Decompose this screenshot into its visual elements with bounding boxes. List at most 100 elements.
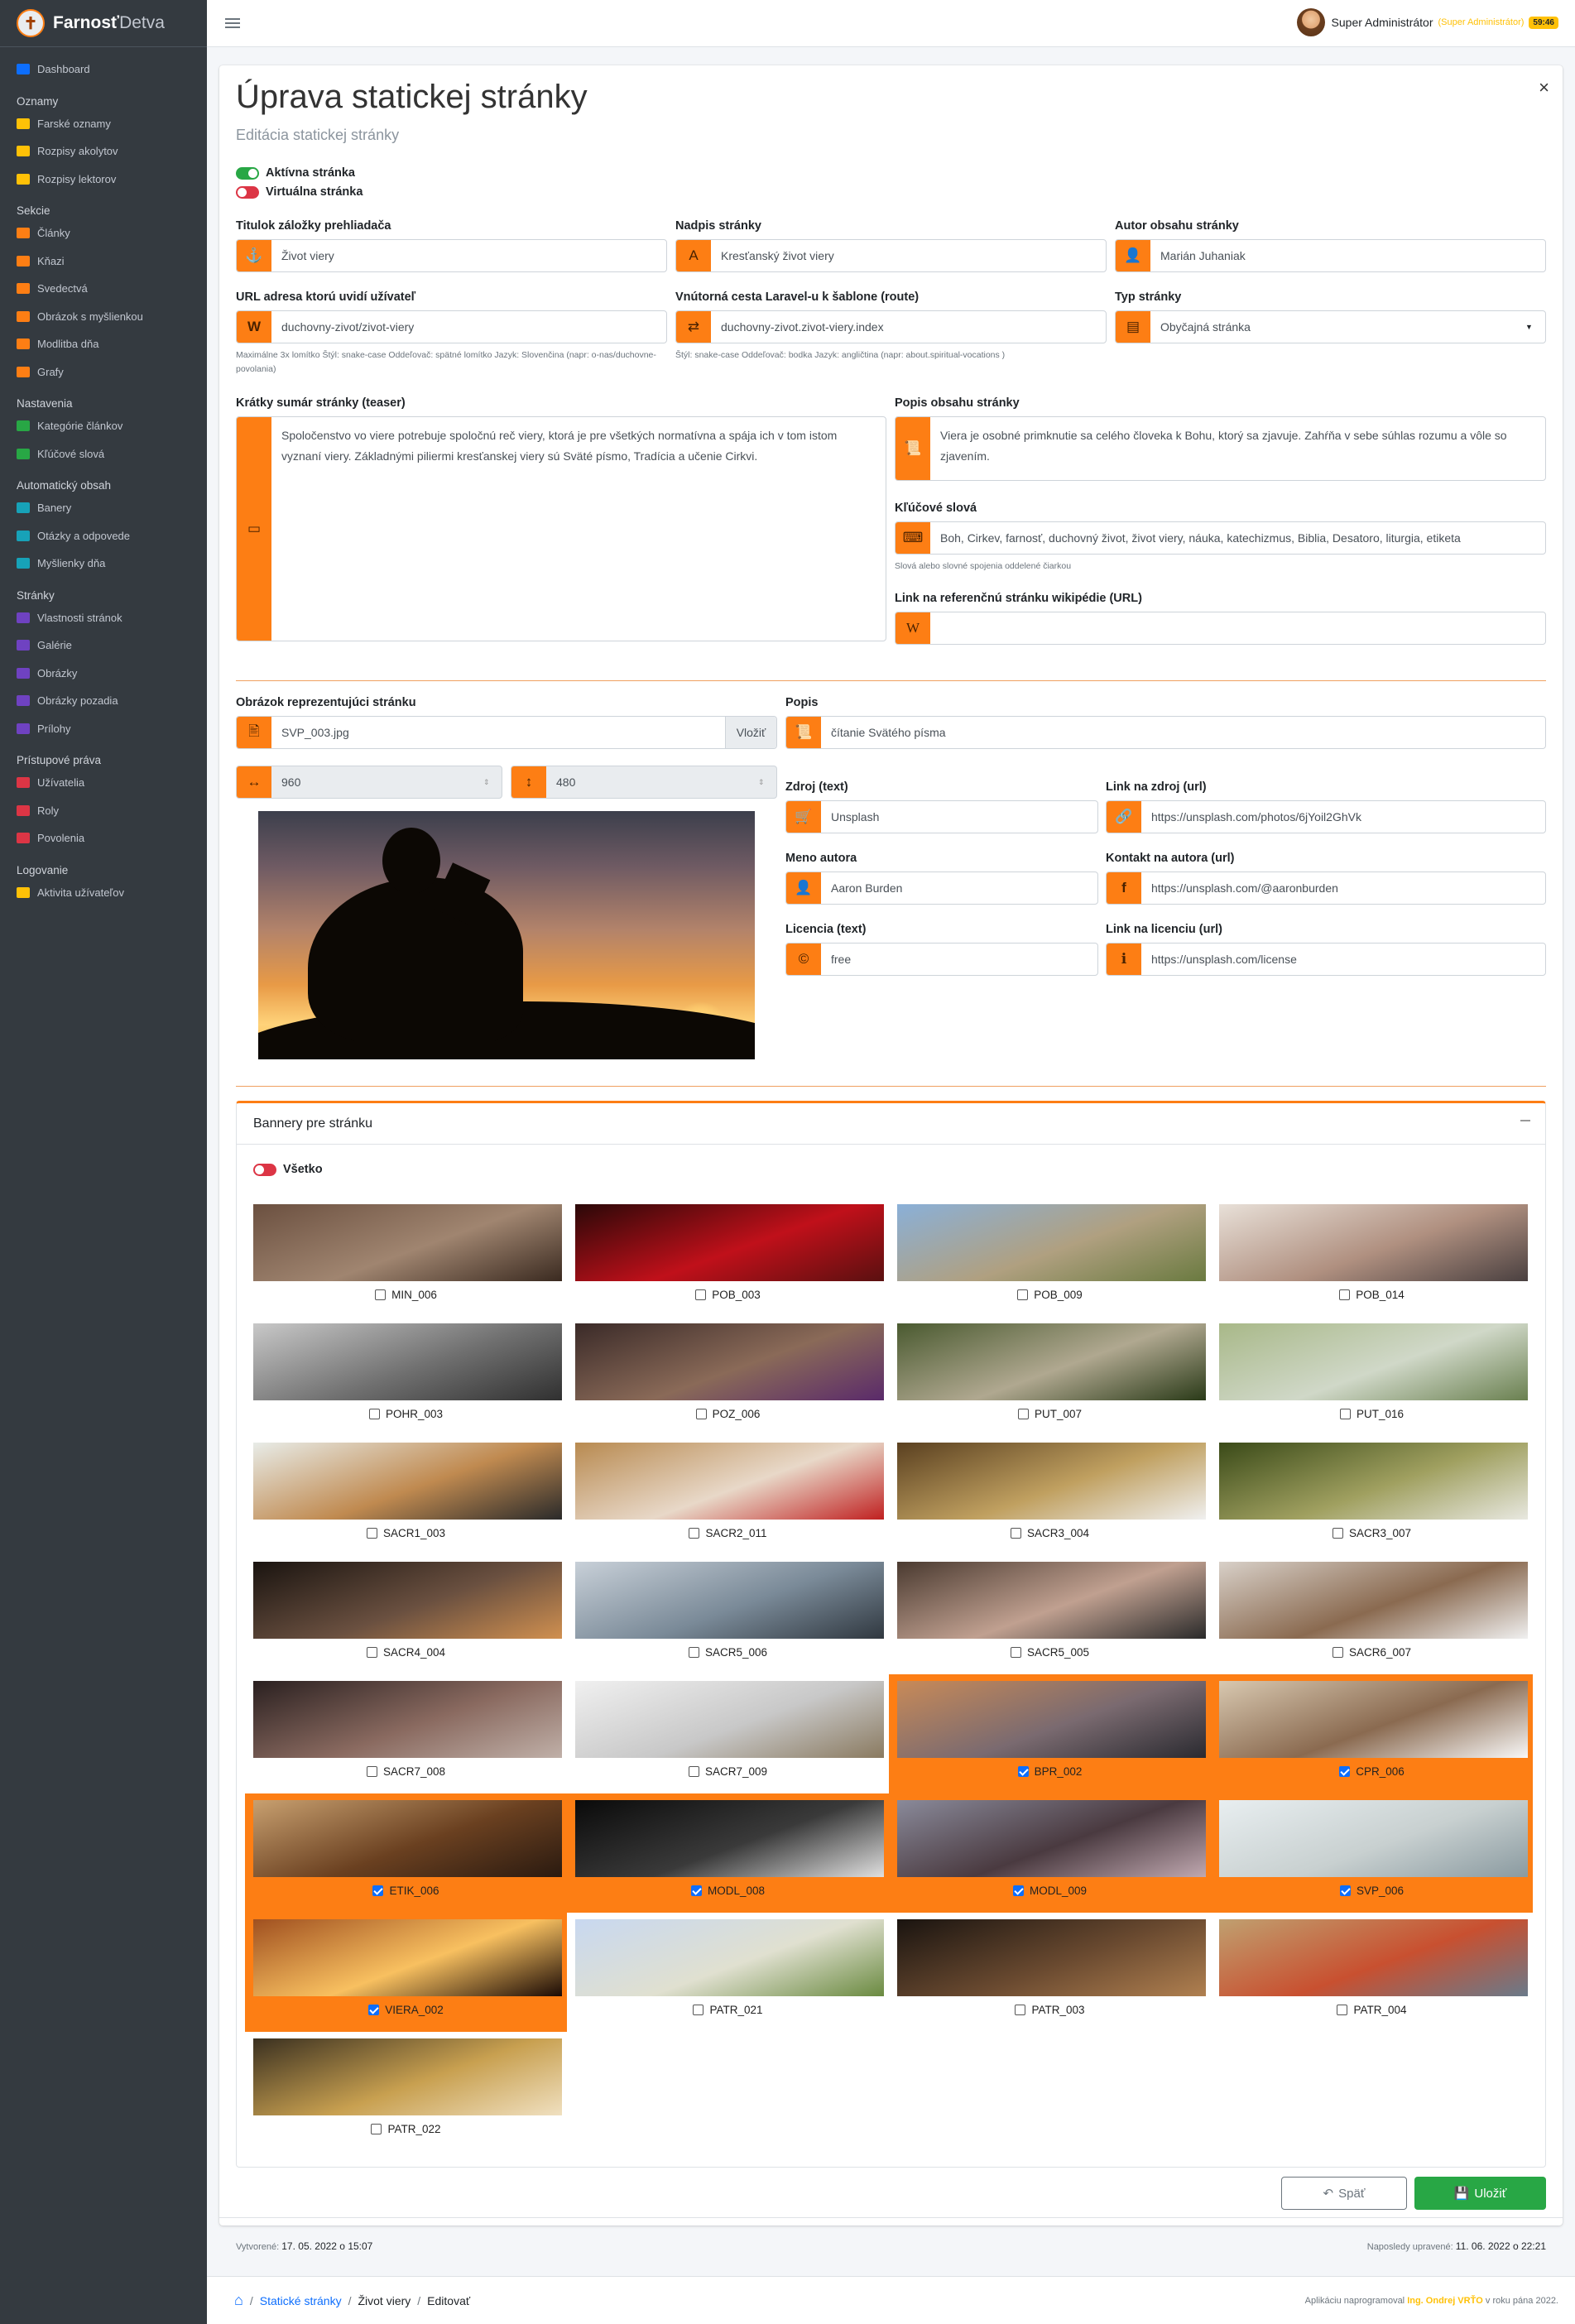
chevron-down-icon[interactable]: ▼ (1525, 311, 1545, 343)
sidebar-item[interactable]: Dashboard (0, 55, 207, 84)
sidebar-item[interactable]: Užívatelia (0, 769, 207, 797)
banner-checkbox[interactable] (372, 1885, 384, 1896)
sidebar-item[interactable]: Vlastnosti stránok (0, 604, 207, 632)
banner-tile[interactable]: MIN_006 (245, 1198, 567, 1317)
sidebar-item[interactable]: Obrázok s myšlienkou (0, 303, 207, 331)
sidebar-item[interactable]: Banery (0, 494, 207, 522)
image-input[interactable]: SVP_003.jpg (271, 717, 725, 748)
banner-checkbox[interactable] (366, 1528, 377, 1539)
back-button[interactable]: ↶ Späť (1281, 2177, 1407, 2210)
teaser-textarea[interactable]: Spoločenstvo vo viere potrebuje spoločnú… (271, 417, 886, 641)
banner-checkbox[interactable] (366, 1766, 377, 1777)
banner-tile[interactable]: BPR_002 (889, 1674, 1211, 1793)
description-textarea[interactable]: Viera je osobné primknutie sa celého člo… (930, 417, 1545, 480)
banner-tile[interactable]: PUT_016 (1211, 1317, 1533, 1436)
banner-tile[interactable]: SACR7_009 (567, 1674, 889, 1793)
banner-checkbox[interactable] (375, 1289, 387, 1300)
save-button[interactable]: 💾 Uložiť (1414, 2177, 1546, 2210)
banner-tile[interactable]: SACR5_005 (889, 1555, 1211, 1674)
banner-checkbox[interactable] (1339, 1766, 1351, 1777)
banner-tile[interactable]: POB_003 (567, 1198, 889, 1317)
banner-tile[interactable]: SVP_006 (1211, 1793, 1533, 1913)
keywords-input[interactable]: Boh, Cirkev, farnosť, duchovný život, ži… (930, 522, 1545, 554)
active-toggle[interactable]: Aktívna stránka (236, 166, 355, 180)
banner-checkbox[interactable] (689, 1528, 700, 1539)
banner-tile[interactable]: PATR_003 (889, 1913, 1211, 2032)
banner-tile[interactable]: SACR5_006 (567, 1555, 889, 1674)
banner-checkbox[interactable] (695, 1409, 707, 1419)
license-input[interactable]: free (821, 944, 1097, 975)
banner-checkbox[interactable] (1339, 1289, 1351, 1300)
sidebar-item[interactable]: Rozpisy akolytov (0, 137, 207, 166)
sidebar-item[interactable]: Obrázky pozadia (0, 687, 207, 715)
banner-checkbox[interactable] (688, 1647, 699, 1658)
height-input[interactable]: 480 (546, 766, 758, 798)
banner-checkbox[interactable] (1015, 2005, 1026, 2015)
banner-checkbox[interactable] (693, 2005, 704, 2015)
route-input[interactable]: duchovny-zivot.zivot-viery.index (711, 311, 1106, 343)
banner-tile[interactable]: PATR_004 (1211, 1913, 1533, 2032)
virtual-toggle[interactable]: Virtuálna stránka (236, 185, 363, 199)
banner-checkbox[interactable] (1337, 2005, 1348, 2015)
stepper-icon[interactable]: ⇕ (758, 766, 776, 798)
all-switch[interactable] (253, 1163, 276, 1176)
home-icon[interactable]: ⌂ (234, 2292, 243, 2309)
banner-tile[interactable]: SACR3_007 (1211, 1436, 1533, 1555)
insert-button[interactable]: Vložiť (725, 717, 776, 748)
banner-tile[interactable]: POZ_006 (567, 1317, 889, 1436)
close-icon[interactable]: × (1539, 77, 1549, 98)
banner-tile[interactable]: SACR1_003 (245, 1436, 567, 1555)
banner-tile[interactable]: ETIK_006 (245, 1793, 567, 1913)
image-desc-input[interactable]: čítanie Svätého písma (821, 717, 1545, 748)
menu-toggle-icon[interactable] (225, 18, 240, 28)
sidebar-item[interactable]: Galérie (0, 631, 207, 660)
banner-checkbox[interactable] (688, 1766, 699, 1777)
banner-tile[interactable]: PUT_007 (889, 1317, 1211, 1436)
source-input[interactable]: Unsplash (821, 801, 1097, 833)
banner-checkbox[interactable] (366, 1647, 377, 1658)
author-input[interactable]: Marián Juhaniak (1150, 240, 1545, 271)
banner-tile[interactable]: MODL_009 (889, 1793, 1211, 1913)
banner-checkbox[interactable] (371, 2124, 382, 2134)
banner-checkbox[interactable] (1332, 1528, 1343, 1539)
banner-checkbox[interactable] (690, 1885, 702, 1896)
banner-checkbox[interactable] (1017, 1289, 1029, 1300)
url-input[interactable]: duchovny-zivot/zivot-viery (271, 311, 666, 343)
sidebar-item[interactable]: Povolenia (0, 824, 207, 852)
license-url-input[interactable]: https://unsplash.com/license (1141, 944, 1545, 975)
banner-tile[interactable]: CPR_006 (1211, 1674, 1533, 1793)
sidebar-item[interactable]: Myšlienky dňa (0, 550, 207, 578)
sidebar-item[interactable]: Články (0, 219, 207, 247)
banner-checkbox[interactable] (1010, 1528, 1021, 1539)
sidebar-item[interactable]: Kľúčové slová (0, 440, 207, 468)
sidebar-item[interactable]: Svedectvá (0, 275, 207, 303)
sidebar-item[interactable]: Obrázky (0, 660, 207, 688)
banner-tile[interactable]: POHR_003 (245, 1317, 567, 1436)
banner-checkbox[interactable] (1017, 1766, 1029, 1777)
all-toggle[interactable]: Všetko (253, 1163, 323, 1176)
heading-input[interactable]: Kresťanský život viery (711, 240, 1106, 271)
banner-tile[interactable]: PATR_021 (567, 1913, 889, 2032)
banner-tile[interactable]: SACR6_007 (1211, 1555, 1533, 1674)
banner-checkbox[interactable] (1017, 1409, 1029, 1419)
banner-tile[interactable]: SACR4_004 (245, 1555, 567, 1674)
author-name-input[interactable]: Aaron Burden (821, 872, 1097, 904)
sidebar-item[interactable]: Prílohy (0, 715, 207, 743)
wiki-input[interactable] (930, 612, 1545, 644)
banner-tile[interactable]: VIERA_002 (245, 1913, 567, 2032)
banner-tile[interactable]: SACR3_004 (889, 1436, 1211, 1555)
stepper-icon[interactable]: ⇕ (483, 766, 502, 798)
sidebar-item[interactable]: Kňazi (0, 247, 207, 276)
banner-tile[interactable]: POB_014 (1211, 1198, 1533, 1317)
banner-checkbox[interactable] (1339, 1885, 1351, 1896)
sidebar-item[interactable]: Otázky a odpovede (0, 522, 207, 550)
sidebar-item[interactable]: Kategórie článkov (0, 412, 207, 440)
banner-tile[interactable]: POB_009 (889, 1198, 1211, 1317)
width-input[interactable]: 960 (271, 766, 483, 798)
banner-tile[interactable]: SACR2_011 (567, 1436, 889, 1555)
collapse-icon[interactable] (1520, 1120, 1530, 1121)
breadcrumb-static-pages[interactable]: Statické stránky (260, 2294, 342, 2307)
banner-checkbox[interactable] (1332, 1647, 1343, 1658)
banner-tile[interactable]: MODL_008 (567, 1793, 889, 1913)
sidebar-item[interactable]: Modlitba dňa (0, 330, 207, 358)
